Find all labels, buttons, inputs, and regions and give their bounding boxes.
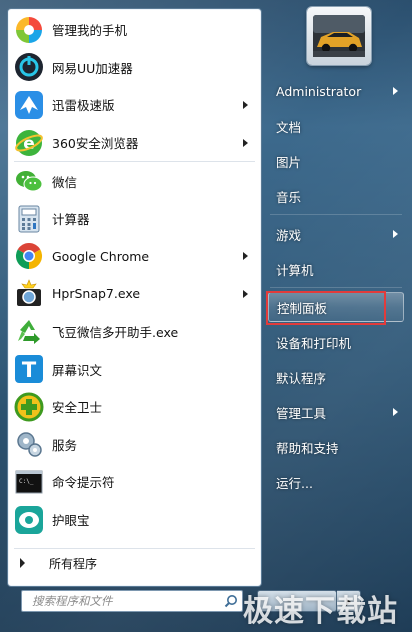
right-item-control-panel[interactable]: 控制面板: [268, 292, 404, 322]
right-item-pictures[interactable]: 图片: [268, 146, 404, 176]
screen-ocr-icon: T: [14, 354, 44, 384]
pinned-programs-list: 管理我的手机 网易UU加速器 迅雷极速版 e 360安全浏览器 微信 计算器 G…: [8, 11, 261, 538]
program-label: 微信: [52, 174, 78, 190]
watermark-text: 极速下载站: [243, 594, 398, 629]
program-label: HprSnap7.exe: [52, 286, 141, 302]
search-icon[interactable]: [224, 594, 238, 608]
right-divider: [270, 214, 402, 215]
program-item-uu-accelerator[interactable]: 网易UU加速器: [8, 49, 261, 87]
right-item-help-support[interactable]: 帮助和支持: [268, 432, 404, 462]
right-item-label: 帮助和支持: [276, 440, 339, 456]
all-programs-label: 所有程序: [49, 556, 98, 571]
program-item-screen-ocr[interactable]: T 屏幕识文: [8, 350, 261, 388]
chrome-icon: [14, 241, 44, 271]
svg-text:T: T: [22, 358, 37, 382]
program-label: 服务: [52, 437, 78, 453]
submenu-arrow-icon[interactable]: [243, 138, 248, 147]
right-item-default-programs[interactable]: 默认程序: [268, 362, 404, 392]
right-item-label: 管理工具: [276, 405, 327, 421]
eye-care-icon: [14, 505, 44, 535]
right-item-devices-printers[interactable]: 设备和打印机: [268, 327, 404, 357]
program-label: 管理我的手机: [52, 23, 128, 39]
right-item-computer[interactable]: 计算机: [268, 254, 404, 284]
right-item-label: 游戏: [276, 227, 302, 243]
user-avatar[interactable]: [307, 7, 371, 65]
right-item-music[interactable]: 音乐: [268, 181, 404, 211]
program-label: 安全卫士: [52, 400, 103, 416]
program-label: 计算器: [52, 212, 90, 228]
program-label: Google Chrome: [52, 248, 150, 264]
right-item-label: 计算机: [276, 262, 314, 278]
right-item-label: 运行...: [276, 475, 313, 491]
phone-manager-icon: [14, 15, 44, 45]
right-item-admin-tools[interactable]: 管理工具: [268, 397, 404, 427]
all-programs-button[interactable]: 所有程序: [8, 551, 261, 575]
right-divider: [270, 287, 402, 288]
program-item-services[interactable]: 服务: [8, 426, 261, 464]
right-item-label: 默认程序: [276, 370, 327, 386]
program-item-calculator[interactable]: 计算器: [8, 200, 261, 238]
programs-pane: 管理我的手机 网易UU加速器 迅雷极速版 e 360安全浏览器 微信 计算器 G…: [7, 8, 262, 587]
right-item-label: 文档: [276, 119, 302, 135]
program-label: 360安全浏览器: [52, 136, 139, 152]
thunder-icon: [14, 90, 44, 120]
security-guard-icon: [14, 392, 44, 422]
hypersnap-icon: [14, 279, 44, 309]
all-programs-arrow-icon: [20, 558, 25, 568]
program-label: 飞豆微信多开助手.exe: [52, 325, 179, 341]
right-item-administrator[interactable]: Administrator: [268, 76, 404, 106]
svg-text:C:\_: C:\_: [19, 478, 34, 485]
right-item-games[interactable]: 游戏: [268, 219, 404, 249]
search-placeholder: 搜索程序和文件: [32, 594, 113, 608]
program-item-security-guard[interactable]: 安全卫士: [8, 388, 261, 426]
recycle-icon: [14, 317, 44, 347]
right-item-run[interactable]: 运行...: [268, 467, 404, 497]
right-item-label: 图片: [276, 154, 302, 170]
submenu-arrow-icon: [393, 230, 398, 238]
program-item-360-browser[interactable]: e 360安全浏览器: [8, 124, 261, 162]
wechat-icon: [14, 166, 44, 196]
program-label: 迅雷极速版: [52, 98, 115, 114]
right-item-label: Administrator: [276, 83, 362, 99]
program-label: 护眼宝: [52, 513, 90, 529]
program-item-thunder[interactable]: 迅雷极速版: [8, 86, 261, 124]
right-item-documents[interactable]: 文档: [268, 111, 404, 141]
program-item-cmd[interactable]: C:\_ 命令提示符: [8, 463, 261, 501]
right-item-label: 设备和打印机: [276, 335, 352, 351]
submenu-arrow-icon: [393, 87, 398, 95]
cmd-icon: C:\_: [14, 467, 44, 497]
program-item-phone-manager[interactable]: 管理我的手机: [8, 11, 261, 49]
right-item-label: 音乐: [276, 189, 302, 205]
360-browser-icon: e: [14, 128, 44, 158]
submenu-arrow-icon[interactable]: [243, 252, 248, 261]
program-item-hypersnap[interactable]: HprSnap7.exe: [8, 275, 261, 313]
right-item-label: 控制面板: [277, 300, 328, 316]
services-icon: [14, 429, 44, 459]
program-item-wechat[interactable]: 微信: [8, 162, 261, 200]
submenu-arrow-icon: [393, 408, 398, 416]
program-item-eye-care[interactable]: 护眼宝: [8, 501, 261, 539]
submenu-arrow-icon[interactable]: [243, 100, 248, 109]
uu-accelerator-icon: [14, 52, 44, 82]
program-label: 命令提示符: [52, 475, 115, 491]
submenu-arrow-icon[interactable]: [243, 289, 248, 298]
car-picture-icon: [313, 15, 365, 57]
calculator-icon: [14, 204, 44, 234]
program-label: 网易UU加速器: [52, 60, 133, 76]
program-item-feidou-wechat[interactable]: 飞豆微信多开助手.exe: [8, 313, 261, 351]
program-label: 屏幕识文: [52, 362, 103, 378]
all-programs-divider: [14, 548, 255, 549]
program-item-chrome[interactable]: Google Chrome: [8, 238, 261, 276]
search-input[interactable]: 搜索程序和文件: [21, 590, 243, 612]
